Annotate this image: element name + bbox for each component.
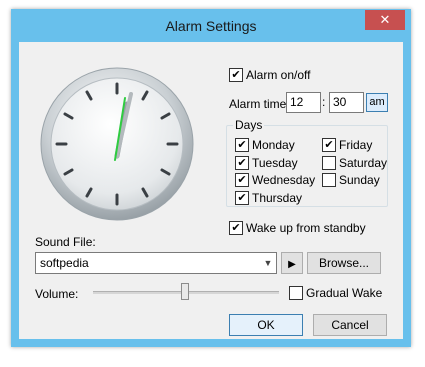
wake-standby-checkbox[interactable]: ✔ Wake up from standby <box>229 220 366 235</box>
cancel-button[interactable]: Cancel <box>313 314 387 336</box>
day-checkbox-monday[interactable]: ✔ Monday <box>235 137 295 152</box>
day-label: Saturday <box>339 155 388 170</box>
wake-standby-label: Wake up from standby <box>246 220 366 235</box>
sound-file-value: softpedia <box>40 256 89 270</box>
sound-file-combobox[interactable]: softpedia ▼ <box>35 252 277 274</box>
title-bar[interactable]: Alarm Settings ✕ <box>11 9 411 43</box>
days-group-label: Days <box>233 118 265 132</box>
window-title: Alarm Settings <box>165 18 257 34</box>
day-check-icon: ✔ <box>235 155 249 170</box>
day-check-icon: ✔ <box>235 190 249 205</box>
browse-button[interactable]: Browse... <box>307 252 381 274</box>
day-label: Sunday <box>339 172 380 187</box>
day-label: Monday <box>252 137 295 152</box>
dialog-body: ✔ Alarm on/off Alarm time: 12 : 30 am Day… <box>19 42 403 339</box>
ok-button[interactable]: OK <box>229 314 303 336</box>
play-icon: ▶ <box>288 259 296 270</box>
gradual-wake-checkbox[interactable]: Gradual Wake <box>289 285 382 300</box>
day-checkbox-saturday[interactable]: Saturday <box>322 155 387 170</box>
alarm-toggle-checkbox[interactable]: ✔ Alarm on/off <box>229 67 310 82</box>
day-checkbox-tuesday[interactable]: ✔ Tuesday <box>235 155 298 170</box>
alarm-time-label: Alarm time: <box>229 97 290 111</box>
sound-file-label: Sound File: <box>35 235 96 249</box>
day-checkbox-wednesday[interactable]: ✔ Wednesday <box>235 172 315 187</box>
day-label: Tuesday <box>252 155 298 170</box>
day-check-icon: ✔ <box>235 172 249 187</box>
wake-standby-check-icon: ✔ <box>229 220 243 235</box>
day-check-icon <box>322 155 336 170</box>
day-check-icon: ✔ <box>235 137 249 152</box>
gradual-wake-check-icon <box>289 285 303 300</box>
day-checkbox-sunday[interactable]: Sunday <box>322 172 380 187</box>
chevron-down-icon[interactable]: ▼ <box>260 253 276 273</box>
day-check-icon <box>322 172 336 187</box>
ampm-toggle-button[interactable]: am <box>366 93 388 112</box>
alarm-settings-window: Alarm Settings ✕ ✔ Alarm on/off Alarm ti… <box>11 9 411 347</box>
alarm-toggle-label: Alarm on/off <box>246 67 311 82</box>
day-label: Wednesday <box>252 172 316 187</box>
volume-slider-thumb[interactable] <box>181 283 190 300</box>
day-checkbox-thursday[interactable]: ✔ Thursday <box>235 190 302 205</box>
day-check-icon: ✔ <box>322 137 336 152</box>
play-sound-button[interactable]: ▶ <box>281 252 303 274</box>
time-separator: : <box>322 95 326 109</box>
clock-face-illustration <box>40 67 194 221</box>
day-checkbox-friday[interactable]: ✔ Friday <box>322 137 372 152</box>
alarm-minute-field[interactable]: 30 <box>329 92 364 113</box>
day-label: Friday <box>339 137 373 152</box>
close-icon: ✕ <box>379 12 391 27</box>
gradual-wake-label: Gradual Wake <box>306 285 383 300</box>
alarm-hour-field[interactable]: 12 <box>286 92 321 113</box>
close-button[interactable]: ✕ <box>365 10 405 30</box>
alarm-toggle-check-icon: ✔ <box>229 67 243 82</box>
volume-label: Volume: <box>35 287 79 301</box>
day-label: Thursday <box>252 190 303 205</box>
